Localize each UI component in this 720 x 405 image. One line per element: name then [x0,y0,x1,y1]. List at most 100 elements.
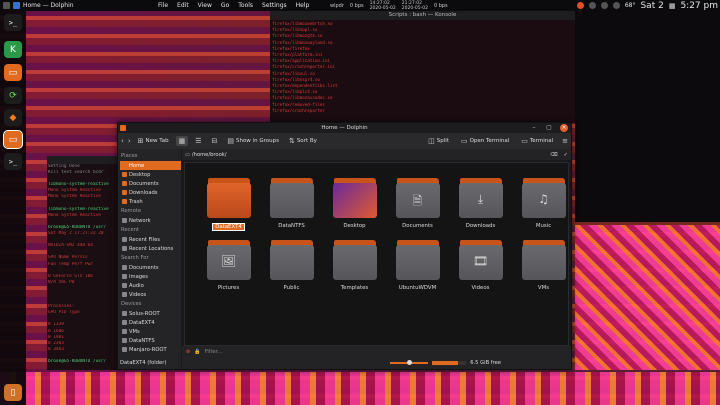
terminal-titlebar[interactable] [47,156,119,164]
path-field[interactable]: /home/brook/ [192,152,227,158]
sidebar-item-network[interactable]: Network [120,216,181,225]
file-item[interactable]: ⤓ Downloads [449,178,512,231]
file-item[interactable]: Desktop [323,178,386,231]
kde-store-icon[interactable]: K [4,41,22,58]
sidebar-item-recent-locations[interactable]: Recent Locations [120,244,181,253]
menu-settings[interactable]: Settings [262,2,287,9]
maximize-button[interactable]: ▢ [545,124,553,132]
clear-path-icon[interactable]: ⌫ [550,152,557,158]
sidebar-item-videos[interactable]: Videos [120,290,181,299]
konsole-launcher-icon[interactable]: >_ [4,153,22,170]
update-manager-icon[interactable]: ⟳ [4,87,22,104]
file-item[interactable]: Public [260,240,323,291]
filter-input[interactable]: Filter... [205,349,222,355]
menu-edit[interactable]: Edit [177,2,189,9]
file-item-label: Music [535,223,552,229]
window-titlebar[interactable]: Home — Dolphin – ▢ × [118,123,571,133]
new-tab-button[interactable]: ⊞ New Tab [135,136,172,146]
menu-file[interactable]: File [158,2,168,9]
sidebar-item-documents[interactable]: Documents [120,179,181,188]
sidebar-item-datantfs[interactable]: DataNTFS [120,336,181,345]
close-filter-icon[interactable]: ⊗ [186,349,190,355]
places-panel: Places Home Desktop Documents Downloads Trash… [118,149,182,369]
top-panel: Home — Dolphin File Edit View Go Tools Settin… [0,0,720,11]
menu-go[interactable]: Go [221,2,229,9]
panel-clock[interactable]: 5:27 pm [680,1,718,11]
calendar-icon: ▦ [668,1,676,10]
sidebar-item-label: Network [129,217,151,224]
open-terminal-button[interactable]: ▭ Open Terminal [458,136,512,146]
files-launcher-icon[interactable]: ▭ [4,64,22,81]
file-item[interactable]: DataNTFS [260,178,323,231]
sidebar-item-audio[interactable]: Audio [120,281,181,290]
zoom-slider-handle[interactable] [406,360,412,365]
terminal-button[interactable]: ▭ Terminal [518,136,556,146]
file-item[interactable]: ♫ Music [512,178,575,231]
free-space-label: 6.5 GiB free [470,360,501,366]
file-view[interactable]: DataEXT4 DataNTFS Desktop 🗎 Documents ⤓ Downlo… [184,162,569,346]
file-item[interactable]: DataEXT4 [197,178,260,231]
menu-help[interactable]: Help [296,2,310,9]
status-text: DataEXT4 (folder) [120,360,167,366]
terminal-window[interactable]: Setting Done Kill text search bcdr libmono… [47,156,119,370]
wallpaper-label: wlpdr [330,2,344,9]
sidebar-item-label: Documents [129,264,159,271]
sidebar-item-home[interactable]: Home [120,161,181,170]
konsole-title: Scripts : bash — Konsole [270,11,575,20]
downloads-icon [122,190,127,195]
file-item[interactable]: 🗎 Documents [386,178,449,231]
zoom-slider[interactable] [390,360,429,365]
folder-icon: 🖼 [206,240,252,280]
desktop-icon [122,172,127,177]
sidebar-item-images[interactable]: Images [120,272,181,281]
trash-icon[interactable]: ▯ [4,384,22,401]
folder-icon [332,240,378,280]
power-icon[interactable] [576,2,584,9]
sidebar-item-desktop[interactable]: Desktop [120,170,181,179]
file-item[interactable]: 🎞 Videos [449,240,512,291]
menu-view[interactable]: View [198,2,212,9]
dolphin-launcher-icon[interactable]: ▭ [3,130,23,149]
split-button[interactable]: ◫ Split [425,136,452,146]
file-item[interactable]: 🖼 Pictures [197,240,260,291]
menu-icon[interactable] [3,2,10,9]
sort-icon: ⇅ [288,137,295,145]
compact-view-button[interactable]: ☰ [192,136,204,146]
close-button[interactable]: × [560,124,568,132]
sidebar-item-trash[interactable]: Trash [120,197,181,206]
minimize-button[interactable]: – [530,124,538,132]
sidebar-section-devices: Devices [121,301,142,307]
sidebar-item-manjaro-root[interactable]: Manjaro-ROOT [120,345,181,354]
sidebar-item-dataext4[interactable]: DataEXT4 [120,318,181,327]
panel-date[interactable]: Sat 2 [640,1,663,11]
sidebar-item-solus-root[interactable]: Solus-ROOT [120,309,181,318]
icons-view-button[interactable]: ▦ [175,136,189,146]
volume-icon[interactable] [600,2,608,9]
dolphin-toolbar: ‹ › ⊞ New Tab ▦ ☰ ⊟ ▤ Show in Groups ⇅ S… [118,133,571,149]
confirm-path-icon[interactable]: ✓ [564,152,568,158]
sort-by-button[interactable]: ⇅ Sort By [286,136,320,146]
file-item[interactable]: UbuntuWDVM [386,240,449,291]
hamburger-menu-icon[interactable]: ≡ [562,137,568,145]
back-icon[interactable]: ‹ [121,137,124,145]
weather-temp[interactable]: 68° [625,2,636,9]
terminal-line: libmono-system-reactive [48,206,109,212]
forward-icon[interactable]: › [128,137,131,145]
menu-tools[interactable]: Tools [238,2,253,9]
konsole-window[interactable]: Scripts : bash — Konsole firefox/libmozw… [270,11,575,123]
location-bar[interactable]: ▭ /home/brook/ ⌫ ✓ [182,149,571,160]
details-view-button[interactable]: ⊟ [208,136,220,146]
sidebar-item-documents[interactable]: Documents [120,263,181,272]
file-item[interactable]: Templates [323,240,386,291]
firefox-icon[interactable]: ◆ [4,109,22,126]
clipboard-icon[interactable] [612,2,620,9]
network-icon[interactable] [588,2,596,9]
active-app[interactable]: Home — Dolphin [0,2,150,9]
terminal-launcher-icon[interactable]: >_ [4,14,22,31]
sidebar-item-vms[interactable]: VMs [120,327,181,336]
show-in-groups-button[interactable]: ▤ Show in Groups [224,136,282,146]
sidebar-item-recent-files[interactable]: Recent Files [120,235,181,244]
file-item[interactable]: VMs [512,240,575,291]
sidebar-item-downloads[interactable]: Downloads [120,188,181,197]
lock-icon[interactable]: 🔒 [194,349,200,355]
